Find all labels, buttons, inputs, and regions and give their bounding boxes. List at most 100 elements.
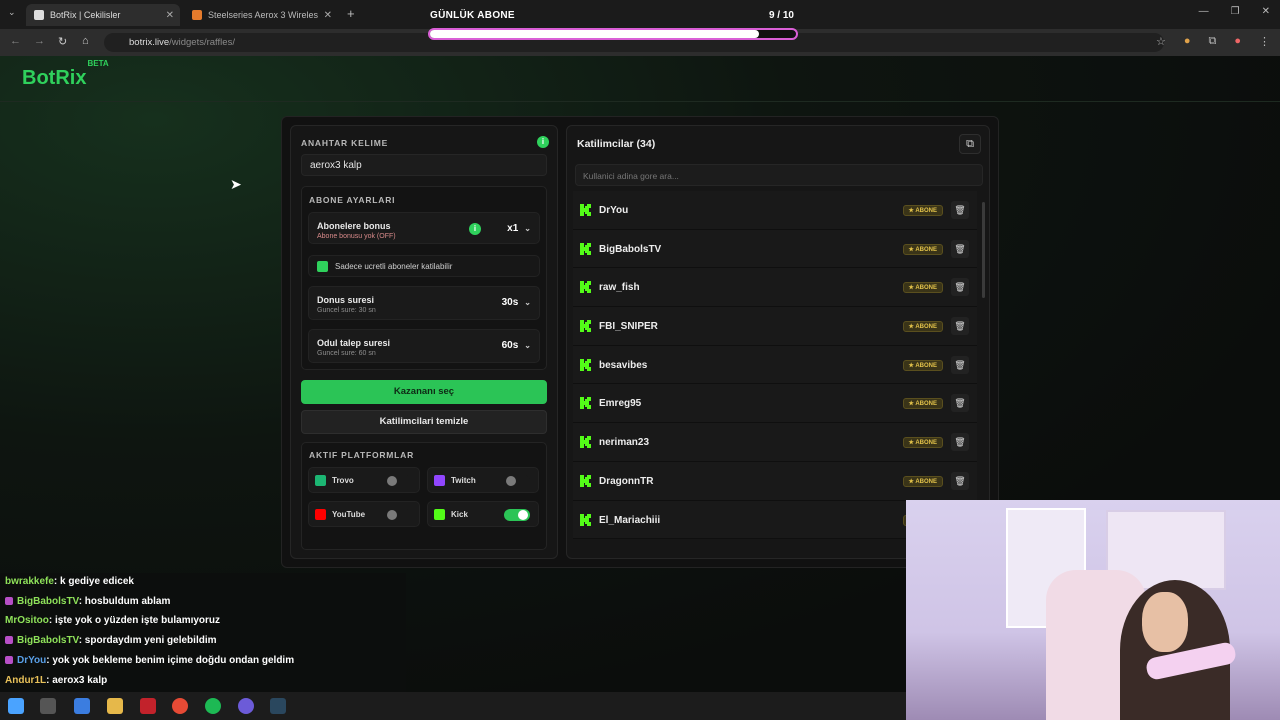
sub-only-checkbox-row[interactable]: Sadece ucretli aboneler katilabilir — [308, 255, 540, 277]
badge-label: ABONE — [915, 401, 937, 408]
clear-participants-button[interactable]: Katilimcilari temizle — [301, 410, 547, 434]
discord-icon[interactable] — [238, 698, 254, 714]
keyword-title: ANAHTAR KELIME — [301, 138, 389, 148]
window-controls: — ❐ ✕ — [1199, 6, 1270, 17]
badge-label: ABONE — [915, 440, 937, 447]
botrix-logo[interactable]: BotRixBETA — [22, 59, 109, 90]
platform-name: YouTube — [332, 510, 366, 519]
subscriber-badge-icon — [5, 636, 13, 645]
trovo-icon — [315, 475, 326, 486]
home-icon[interactable]: ⌂ — [82, 35, 89, 47]
youtube-toggle[interactable] — [385, 509, 411, 521]
platform-name: Twitch — [451, 476, 476, 485]
kick-icon — [580, 474, 591, 487]
copilot-icon[interactable] — [74, 698, 90, 714]
delete-icon[interactable]: 🗑 — [951, 317, 969, 336]
kick-icon — [434, 509, 445, 520]
extensions-puzzle-icon[interactable]: ⧉ — [1208, 35, 1216, 48]
participant-row: neriman23 ★ ABONE 🗑 — [573, 423, 977, 462]
participant-search-input[interactable]: Kullanici adina gore ara... — [575, 164, 983, 186]
close-tab-icon[interactable]: ✕ — [166, 10, 174, 21]
restore-icon[interactable]: ❐ — [1231, 6, 1240, 17]
url-host: botrix.live — [129, 37, 170, 48]
participant-name: neriman23 — [599, 437, 650, 449]
sub-goal-label: GÜNLÜK ABONE — [430, 10, 515, 21]
kick-icon — [580, 358, 591, 371]
copy-icon[interactable]: ⧉ — [959, 134, 981, 154]
new-tab-plus-icon[interactable]: + — [347, 6, 355, 21]
platforms-title: AKTIF PLATFORMLAR — [309, 450, 415, 460]
twitch-toggle[interactable] — [504, 475, 530, 487]
chat-message: BigBabolsTV: spordaydım yeni gelebildim — [5, 635, 217, 646]
close-tab-icon[interactable]: ✕ — [324, 10, 332, 21]
kick-icon — [580, 436, 591, 449]
bookmark-star-icon[interactable]: ☆ — [1156, 35, 1166, 48]
subscriber-badge: ★ ABONE — [902, 475, 943, 487]
claim-time-title: Odul talep suresi — [317, 338, 391, 348]
checkbox[interactable] — [317, 261, 328, 272]
claim-time-subtitle: Guncel sure: 60 sn — [317, 350, 376, 357]
chat-text: : yok yok bekleme benim içime doğdu onda… — [46, 654, 295, 666]
delete-icon[interactable]: 🗑 — [951, 471, 969, 490]
file-explorer-icon[interactable] — [107, 698, 123, 714]
subscriber-badge: ★ ABONE — [902, 243, 943, 255]
chat-text: : aerox3 kalp — [46, 674, 108, 686]
keyword-input[interactable]: aerox3 kalp — [301, 154, 547, 176]
trovo-toggle[interactable] — [385, 475, 411, 487]
task-view-icon[interactable] — [40, 698, 56, 714]
site-header: BotRixBETA — [0, 56, 1280, 102]
kick-icon — [580, 242, 591, 255]
toolbar-icons: ☆ ● ⧉ ● ⋮ — [1156, 35, 1270, 48]
bonus-time-value: 30s — [501, 297, 519, 308]
tab-search-chevron-icon[interactable]: ⌄ — [8, 7, 16, 18]
delete-icon[interactable]: 🗑 — [951, 201, 969, 219]
participant-row: Emreg95 ★ ABONE 🗑 — [573, 384, 977, 424]
subscriber-badge: ★ ABONE — [902, 359, 943, 371]
claim-time-dropdown[interactable]: 60s ⌄ — [502, 340, 531, 351]
platform-name: Trovo — [332, 476, 354, 485]
platform-trovo: Trovo — [308, 467, 420, 493]
pick-winner-button[interactable]: Kazananı seç — [301, 380, 547, 404]
raffle-card: ANAHTAR KELIME i aerox3 kalp ABONE AYARL… — [281, 116, 999, 568]
participants-scrollbar[interactable] — [982, 202, 985, 298]
participant-row: raw_fish ★ ABONE 🗑 — [573, 268, 977, 308]
keyword-info-icon[interactable]: i — [537, 136, 549, 148]
minimize-icon[interactable]: — — [1199, 6, 1209, 17]
bonus-time-dropdown[interactable]: 30s ⌄ — [502, 297, 531, 308]
spotify-icon[interactable] — [205, 698, 221, 714]
delete-icon[interactable]: 🗑 — [951, 278, 969, 297]
back-arrow-icon[interactable]: ← — [10, 35, 21, 47]
windows-start-icon[interactable] — [8, 698, 24, 714]
app-icon[interactable] — [140, 698, 156, 714]
forward-arrow-icon[interactable]: → — [34, 35, 45, 47]
tab-botrix[interactable]: BotRix | Cekilisler ✕ — [26, 4, 180, 26]
tab-steelseries[interactable]: Steelseries Aerox 3 Wireless Ga ✕ — [186, 4, 338, 26]
sub-bonus-dropdown[interactable]: x1 ⌄ — [507, 223, 531, 234]
chat-message: bwrakkefe: k gediye edicek — [5, 576, 134, 587]
delete-icon[interactable]: 🗑 — [951, 394, 969, 413]
webcam-overlay — [906, 500, 1280, 720]
windows-taskbar — [0, 692, 906, 720]
participant-name: DrYou — [599, 205, 629, 216]
close-window-icon[interactable]: ✕ — [1262, 6, 1270, 17]
bonus-time-title: Donus suresi — [317, 295, 375, 305]
kick-icon — [580, 281, 591, 294]
profile-avatar-icon[interactable]: ● — [1234, 35, 1241, 48]
delete-icon[interactable]: 🗑 — [951, 355, 969, 374]
mouse-cursor-icon: ➤ — [230, 176, 242, 192]
delete-icon[interactable]: 🗑 — [951, 433, 969, 452]
bonus-time-subtitle: Guncel sure: 30 sn — [317, 307, 376, 314]
delete-icon[interactable]: 🗑 — [951, 239, 969, 258]
steam-icon[interactable] — [270, 698, 286, 714]
reload-icon[interactable]: ↻ — [58, 35, 67, 48]
menu-kebab-icon[interactable]: ⋮ — [1259, 35, 1270, 48]
kick-toggle[interactable] — [504, 509, 530, 521]
sub-bonus-title: Abonelere bonus — [317, 221, 391, 231]
sub-bonus-info-icon[interactable]: i — [469, 223, 481, 235]
kick-icon — [580, 397, 591, 410]
extension-icon[interactable]: ● — [1184, 35, 1191, 48]
chat-username: Andur1L — [5, 674, 47, 686]
chrome-icon[interactable] — [172, 698, 188, 714]
chat-message: BigBabolsTV: hosbuldum ablam — [5, 596, 170, 607]
sub-goal-progress-bar — [428, 28, 798, 40]
